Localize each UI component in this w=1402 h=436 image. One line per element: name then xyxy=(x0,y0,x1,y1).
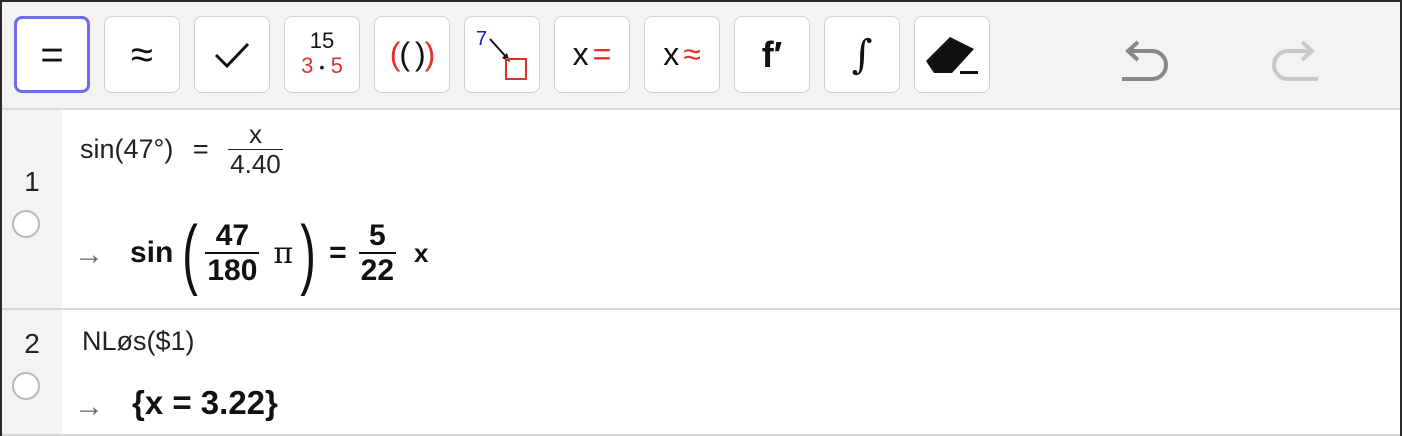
factor-right: 5 xyxy=(330,53,343,79)
solve-label: x = xyxy=(572,36,612,72)
result-denominator: 22 xyxy=(360,254,395,287)
derivative-label: f′ xyxy=(761,33,783,75)
undo-icon xyxy=(1122,40,1168,81)
input-numerator: x xyxy=(248,119,262,149)
substitute-icon: 7 xyxy=(476,28,527,80)
output-angle-fraction: 47 180 xyxy=(205,219,260,287)
input-equals: = xyxy=(192,133,209,164)
row-visibility-toggle[interactable] xyxy=(12,210,40,238)
cas-view: = ≈ 15 3 • 5 (()) 7 x = x ≈ f′ ∫ 1 sin(4… xyxy=(0,0,1402,436)
check-icon xyxy=(214,42,250,68)
factor-button[interactable]: 15 3 • 5 xyxy=(284,16,360,93)
output-arrow: → xyxy=(74,238,104,271)
cas-row-1[interactable]: 1 sin(47°) = x 4.40 → sin ( 47 180 π ) = xyxy=(2,110,1400,310)
output-arrow: → xyxy=(74,390,104,423)
cas-row-2[interactable]: 2 NLøs($1) → {x = 3.22} xyxy=(2,310,1400,436)
input-fraction: x 4.40 xyxy=(228,120,283,179)
angle-numerator: 47 xyxy=(215,219,250,252)
row-output: sin ( 47 180 π ) = 5 22 x xyxy=(130,214,428,292)
redo-button[interactable] xyxy=(1262,34,1332,94)
factor-bottom: 3 • 5 xyxy=(301,53,343,79)
row-gutter xyxy=(2,110,62,308)
integral-button[interactable]: ∫ xyxy=(824,16,900,93)
solve-button[interactable]: x = xyxy=(554,16,630,93)
paren-left: ( xyxy=(182,209,199,297)
solve-numerically-button[interactable]: x ≈ xyxy=(644,16,720,93)
equals-label: = xyxy=(40,32,64,77)
delete-button[interactable] xyxy=(914,16,990,93)
row-output: {x = 3.22} xyxy=(132,384,278,421)
numeric-button[interactable]: ≈ xyxy=(104,16,180,93)
substitute-button[interactable]: 7 xyxy=(464,16,540,93)
output-equals: = xyxy=(329,236,347,269)
undo-button[interactable] xyxy=(1108,34,1178,94)
output-result-fraction: 5 22 xyxy=(358,219,397,287)
row-number: 1 xyxy=(24,166,40,197)
approx-label: ≈ xyxy=(131,32,153,77)
evaluate-button[interactable]: = xyxy=(14,16,90,93)
paren-right: ) xyxy=(300,209,316,297)
row-number: 2 xyxy=(24,328,40,359)
input-lhs: sin(47°) xyxy=(80,133,174,164)
expand-button[interactable]: (()) xyxy=(374,16,450,93)
row-visibility-toggle[interactable] xyxy=(12,372,40,400)
eraser-icon xyxy=(926,36,978,74)
svg-text:7: 7 xyxy=(476,28,487,50)
output-sin: sin xyxy=(130,236,174,269)
integral-label: ∫ xyxy=(851,31,873,78)
output-var: x xyxy=(414,237,429,268)
result-numerator: 5 xyxy=(368,219,386,252)
keep-input-button[interactable] xyxy=(194,16,270,93)
expand-label: (()) xyxy=(389,36,436,72)
nsolve-label: x ≈ xyxy=(663,36,701,72)
cas-toolbar: = ≈ 15 3 • 5 (()) 7 x = x ≈ f′ ∫ xyxy=(2,2,1400,110)
row-input[interactable]: NLøs($1) xyxy=(82,326,195,357)
angle-denominator: 180 xyxy=(207,254,258,287)
row-input[interactable]: sin(47°) = x 4.40 xyxy=(80,120,283,179)
factor-dot: • xyxy=(319,59,325,76)
derivative-button[interactable]: f′ xyxy=(734,16,810,93)
output-pi: π xyxy=(273,235,294,271)
redo-icon xyxy=(1272,40,1318,81)
factor-left: 3 xyxy=(301,53,314,79)
input-denominator: 4.40 xyxy=(230,149,281,180)
factor-top: 15 xyxy=(309,28,335,54)
